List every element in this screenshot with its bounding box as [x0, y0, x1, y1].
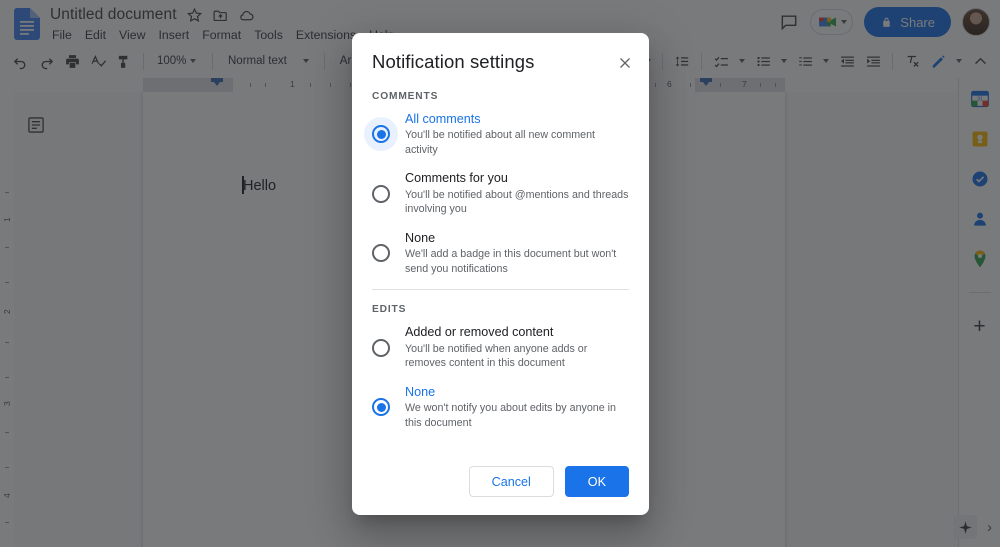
option-description: We won't notify you about edits by anyon… [405, 402, 616, 429]
section-label-edits: EDITS [372, 304, 407, 316]
dialog-header: Notification settings [352, 33, 649, 77]
dialog-title: Notification settings [372, 51, 535, 72]
option-added-or-removed-content[interactable]: Added or removed content You'll be notif… [372, 324, 629, 370]
option-description: You'll be notified about @mentions and t… [405, 188, 629, 216]
option-edits-none[interactable]: None We won't notify you about edits by … [372, 384, 629, 430]
section-label-comments: COMMENTS [372, 91, 439, 102]
option-title: All comments [405, 112, 481, 126]
option-description: You'll be notified when anyone adds or r… [405, 342, 588, 370]
option-comments-none[interactable]: None We'll add a badge in this document … [372, 230, 629, 276]
notification-settings-dialog: Notification settings COMMENTS All comme… [352, 33, 649, 515]
radio-comments-for-you[interactable] [372, 184, 390, 203]
radio-edits-none[interactable] [372, 398, 390, 417]
section-divider [372, 289, 629, 291]
cancel-button[interactable]: Cancel [468, 466, 554, 497]
close-icon[interactable] [611, 49, 639, 77]
dialog-footer: Cancel OK [352, 454, 649, 515]
dialog-body: COMMENTS All comments You'll be notified… [352, 77, 649, 454]
app-root: Untitled document File Edit View Insert … [0, 0, 1000, 547]
radio-added-or-removed-content[interactable] [372, 338, 390, 357]
option-comments-for-you[interactable]: Comments for you You'll be notified abou… [372, 170, 629, 216]
option-description: We'll add a badge in this document but w… [405, 248, 617, 275]
option-title: None [405, 230, 436, 245]
option-title: Comments for you [405, 171, 508, 186]
option-title: None [405, 384, 436, 399]
option-description: You'll be notified about all new comment… [405, 129, 595, 156]
radio-all-comments[interactable] [364, 117, 398, 152]
ok-button[interactable]: OK [564, 466, 629, 497]
option-all-comments[interactable]: All comments You'll be notified about al… [364, 111, 629, 157]
option-title: Added or removed content [405, 325, 554, 340]
radio-comments-none[interactable] [372, 244, 390, 263]
